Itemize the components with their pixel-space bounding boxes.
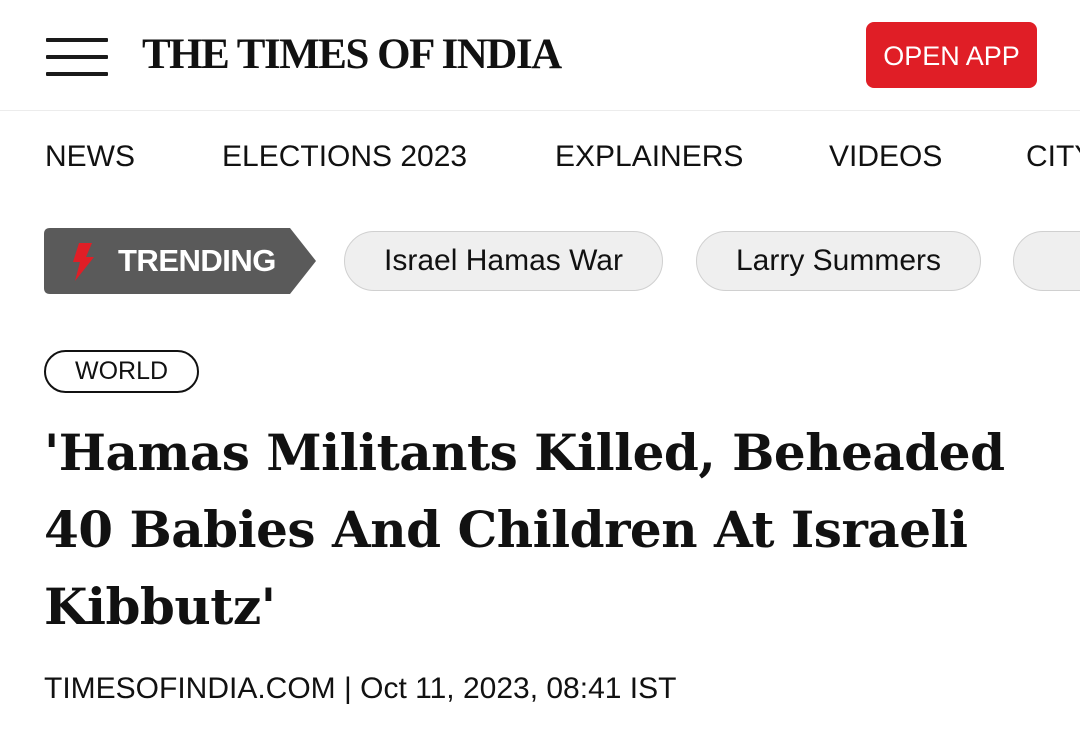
article-date: Oct 11, 2023, 08:41 IST xyxy=(360,672,677,705)
nav-item-videos[interactable]: VIDEOS xyxy=(829,139,942,175)
lightning-bolt-icon xyxy=(73,243,94,281)
trending-chip-israel-hamas-war[interactable]: Israel Hamas War xyxy=(344,231,663,291)
main-nav: NEWS ELECTIONS 2023 EXPLAINERS VIDEOS CI… xyxy=(0,112,1080,202)
trending-chip-partial[interactable] xyxy=(1013,231,1080,291)
nav-item-news[interactable]: NEWS xyxy=(45,139,135,175)
trending-chip-larry-summers[interactable]: Larry Summers xyxy=(696,231,981,291)
site-header: THE TIMES OF INDIA OPEN APP xyxy=(0,0,1080,111)
article-byline: TIMESOFINDIA.COM | Oct 11, 2023, 08:41 I… xyxy=(44,670,676,708)
open-app-button[interactable]: OPEN APP xyxy=(866,22,1037,88)
page: THE TIMES OF INDIA OPEN APP NEWS ELECTIO… xyxy=(0,0,1080,731)
nav-item-explainers[interactable]: EXPLAINERS xyxy=(555,139,743,175)
hamburger-menu-icon[interactable] xyxy=(46,38,108,76)
trending-bar: TRENDING Israel Hamas War Larry Summers xyxy=(0,228,1080,298)
section-tag-world[interactable]: WORLD xyxy=(44,350,199,393)
byline-separator: | xyxy=(335,672,361,705)
site-logo[interactable]: THE TIMES OF INDIA xyxy=(142,30,562,80)
nav-item-city[interactable]: CITY xyxy=(1026,139,1080,175)
trending-label: TRENDING xyxy=(118,243,276,278)
nav-item-elections-2023[interactable]: ELECTIONS 2023 xyxy=(222,139,467,175)
article-source[interactable]: TIMESOFINDIA.COM xyxy=(44,672,336,705)
trending-badge: TRENDING xyxy=(44,228,316,294)
article-headline: 'Hamas Militants Killed, Beheaded 40 Bab… xyxy=(44,423,1005,636)
